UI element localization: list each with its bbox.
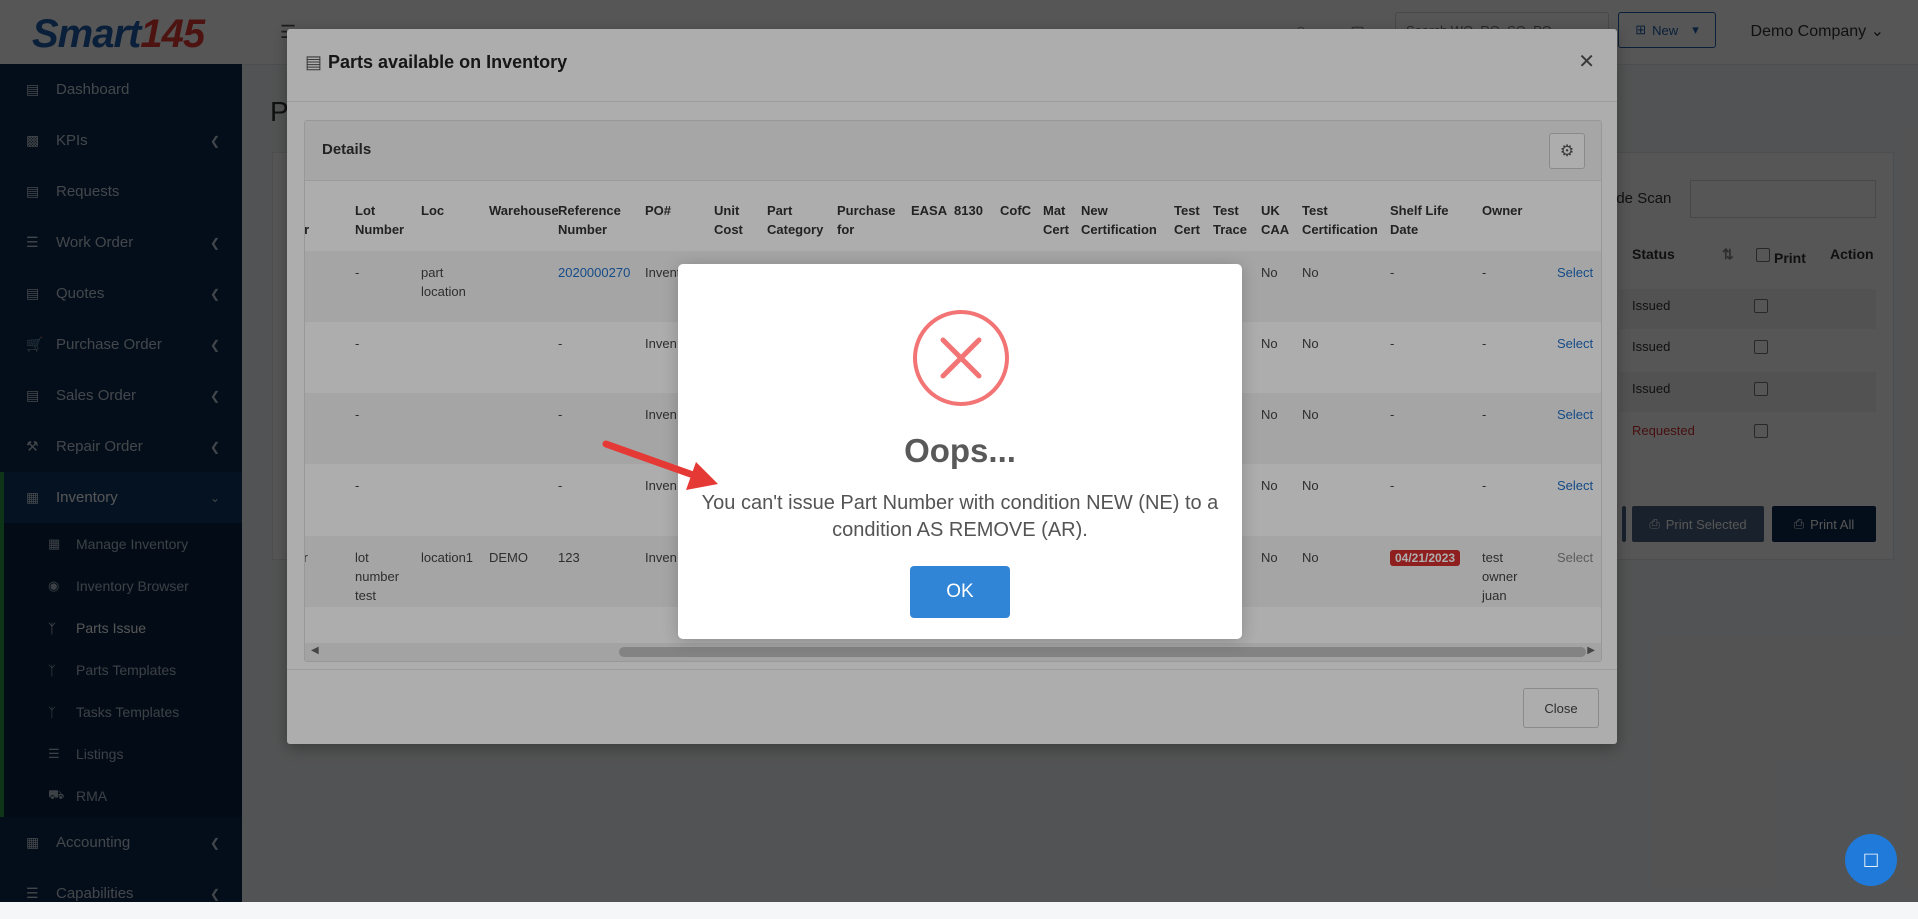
alert-title: Oops... — [904, 432, 1016, 469]
alert-message: You can't issue Part Number with conditi… — [701, 492, 1219, 541]
chat-support-icon[interactable]: □ — [1845, 834, 1897, 886]
red-arrow-annotation — [602, 440, 718, 490]
error-alert-dialog: Oops... You can't issue Part Number with… — [678, 264, 1242, 639]
error-x-icon — [913, 310, 1009, 406]
ok-button[interactable]: OK — [910, 566, 1010, 618]
